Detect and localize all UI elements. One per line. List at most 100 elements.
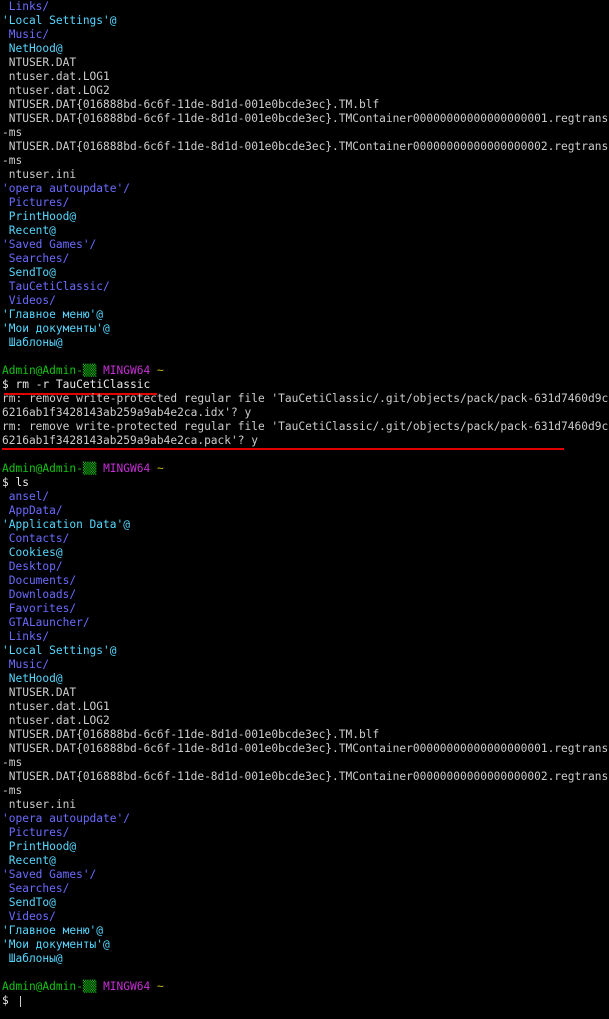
listing-row: Contacts/ xyxy=(2,532,609,546)
prompt-env: MINGW64 xyxy=(103,462,151,475)
rm-output-row: rm: remove write-protected regular file … xyxy=(2,420,609,434)
listing-entry: Searches/ xyxy=(2,882,70,895)
text-cursor[interactable] xyxy=(19,995,21,1007)
prompt-path: ~ xyxy=(156,980,164,993)
listing-row: Cookies@ xyxy=(2,546,609,560)
listing-row: NTUSER.DAT{016888bd-6c6f-11de-8d1d-001e0… xyxy=(2,98,609,112)
listing-entry: Favorites/ xyxy=(2,602,77,615)
listing-row: 'opera autoupdate'/ xyxy=(2,182,609,196)
listing-entry: 'Мои документы'@ xyxy=(2,322,110,335)
listing-row: NTUSER.DAT xyxy=(2,56,609,70)
listing-entry: 'opera autoupdate'/ xyxy=(2,182,130,195)
prompt-user: Admin@Admin- xyxy=(2,364,83,377)
listing-entry: Pictures/ xyxy=(2,196,70,209)
listing-row: GTALauncher/ xyxy=(2,616,609,630)
listing-entry: Шаблоны@ xyxy=(2,336,63,349)
listing-entry: PrintHood@ xyxy=(2,210,77,223)
listing-entry: 'Local Settings'@ xyxy=(2,14,117,27)
rm-output-row: rm: remove write-protected regular file … xyxy=(2,392,609,406)
listing-entry: NTUSER.DAT{016888bd-6c6f-11de-8d1d-001e0… xyxy=(2,728,380,741)
listing-row: Pictures/ xyxy=(2,826,609,840)
listing-row: 'Local Settings'@ xyxy=(2,644,609,658)
listing-row: Searches/ xyxy=(2,252,609,266)
listing-entry: ntuser.dat.LOG2 xyxy=(2,84,110,97)
listing-row: NTUSER.DAT{016888bd-6c6f-11de-8d1d-001e0… xyxy=(2,112,609,126)
command-text: ls xyxy=(15,476,29,489)
listing-row: NetHood@ xyxy=(2,672,609,686)
listing-entry: Music/ xyxy=(2,658,50,671)
prompt-user: Admin@Admin- xyxy=(2,980,83,993)
listing-row: Music/ xyxy=(2,28,609,42)
rm-output-row: 6216ab1f3428143ab259a9ab4e2ca.idx'? y xyxy=(2,406,609,420)
listing-row: Recent@ xyxy=(2,854,609,868)
listing-entry: NTUSER.DAT{016888bd-6c6f-11de-8d1d-001e0… xyxy=(2,112,609,125)
listing-row: NTUSER.DAT xyxy=(2,686,609,700)
listing-entry: AppData/ xyxy=(2,504,63,517)
listing-row: NTUSER.DAT{016888bd-6c6f-11de-8d1d-001e0… xyxy=(2,742,609,756)
listing-entry: 'Мои документы'@ xyxy=(2,938,110,951)
listing-entry: 'Saved Games'/ xyxy=(2,238,97,251)
listing-row: AppData/ xyxy=(2,504,609,518)
listing-entry: PrintHood@ xyxy=(2,840,77,853)
listing-row: 'Application Data'@ xyxy=(2,518,609,532)
listing-row: -ms xyxy=(2,154,609,168)
listing-row: Links/ xyxy=(2,0,609,14)
listing-entry: ntuser.ini xyxy=(2,798,77,811)
listing-entry: Cookies@ xyxy=(2,546,63,559)
listing-row: ntuser.dat.LOG2 xyxy=(2,714,609,728)
listing-entry: -ms xyxy=(2,784,23,797)
listing-row: NTUSER.DAT{016888bd-6c6f-11de-8d1d-001e0… xyxy=(2,770,609,784)
rm-output-text: 6216ab1f3428143ab259a9ab4e2ca.idx'? y xyxy=(2,406,252,419)
listing-entry: ansel/ xyxy=(2,490,50,503)
prompt-line: Admin@Admin-▒▒ MINGW64 ~ xyxy=(2,364,609,378)
prompt-symbol: $ xyxy=(2,476,9,489)
listing-entry: 'Главное меню'@ xyxy=(2,924,104,937)
listing-row: 'Главное меню'@ xyxy=(2,308,609,322)
prompt-path: ~ xyxy=(156,462,164,475)
command-text: rm -r TauCetiClassic xyxy=(15,378,151,391)
listing-entry: NetHood@ xyxy=(2,42,63,55)
listing-row: 'Мои документы'@ xyxy=(2,322,609,336)
listing-row: ntuser.dat.LOG2 xyxy=(2,84,609,98)
prompt-host: ▒▒ xyxy=(82,980,97,993)
listing-row: Music/ xyxy=(2,658,609,672)
rm-output-row: 6216ab1f3428143ab259a9ab4e2ca.pack'? y xyxy=(2,434,609,450)
listing-row: PrintHood@ xyxy=(2,840,609,854)
listing-entry: NTUSER.DAT{016888bd-6c6f-11de-8d1d-001e0… xyxy=(2,140,609,153)
listing-row: 'Saved Games'/ xyxy=(2,238,609,252)
listing-entry: 'opera autoupdate'/ xyxy=(2,812,130,825)
listing-entry: Videos/ xyxy=(2,294,56,307)
listing-row: 'Local Settings'@ xyxy=(2,14,609,28)
listing-entry: Recent@ xyxy=(2,854,56,867)
listing-row: PrintHood@ xyxy=(2,210,609,224)
listing-entry: Searches/ xyxy=(2,252,70,265)
prompt-host: ▒▒ xyxy=(82,364,97,377)
listing-row: -ms xyxy=(2,126,609,140)
listing-entry: NTUSER.DAT{016888bd-6c6f-11de-8d1d-001e0… xyxy=(2,770,609,783)
listing-row: 'Мои документы'@ xyxy=(2,938,609,952)
listing-row: TauCetiClassic/ xyxy=(2,280,609,294)
prompt-symbol: $ xyxy=(2,378,9,391)
rm-output-text: rm: remove write-protected regular file … xyxy=(2,420,609,433)
prompt-env: MINGW64 xyxy=(103,364,151,377)
listing-row: Documents/ xyxy=(2,574,609,588)
prompt-path: ~ xyxy=(156,364,164,377)
prompt-line: Admin@Admin-▒▒ MINGW64 ~ xyxy=(2,980,609,994)
listing-entry: Pictures/ xyxy=(2,826,70,839)
terminal-window[interactable]: Links/'Local Settings'@ Music/ NetHood@ … xyxy=(0,0,609,1019)
listing-entry: SendTo@ xyxy=(2,896,56,909)
rm-output-text: rm: remove write-protected regular file … xyxy=(2,392,609,405)
listing-entry: NTUSER.DAT{016888bd-6c6f-11de-8d1d-001e0… xyxy=(2,98,380,111)
listing-row: -ms xyxy=(2,756,609,770)
listing-row: Favorites/ xyxy=(2,602,609,616)
listing-entry: 'Local Settings'@ xyxy=(2,644,117,657)
prompt-env: MINGW64 xyxy=(103,980,151,993)
listing-entry: Links/ xyxy=(2,0,50,13)
prompt-host: ▒▒ xyxy=(82,462,97,475)
prompt-sep xyxy=(150,980,157,993)
prompt-sep xyxy=(150,364,157,377)
listing-entry: Contacts/ xyxy=(2,532,70,545)
